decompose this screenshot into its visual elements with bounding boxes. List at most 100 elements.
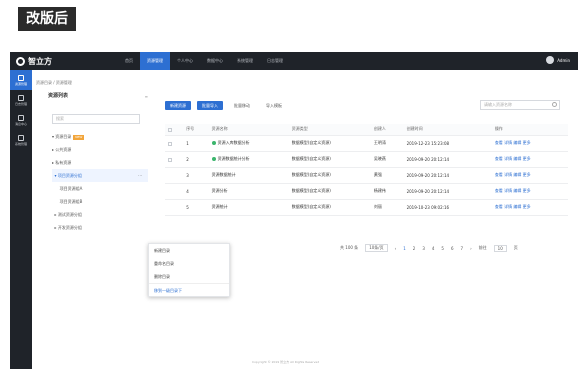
- cell-time: 2019-09-20 20:12:14: [403, 183, 492, 200]
- nav-data[interactable]: 数据中心: [200, 52, 230, 70]
- new-badge: NEW: [73, 135, 85, 140]
- cell-type: 数据模型(自定义资源): [288, 135, 371, 152]
- col-header: 创建人: [370, 124, 404, 136]
- rail-label: 资源管理: [14, 81, 27, 86]
- row-checkbox[interactable]: [168, 141, 172, 146]
- tree-item[interactable]: ▸ 开发资源分组: [52, 221, 148, 234]
- import-button[interactable]: 批量导入: [197, 101, 223, 110]
- page-jump-input[interactable]: 10: [493, 244, 507, 252]
- cell-no: 1: [183, 135, 209, 152]
- rail-item-logs[interactable]: 日志管理: [10, 90, 32, 110]
- tree-item-selected[interactable]: ▾ 项目资源分组 ···: [52, 169, 148, 182]
- cell-no: 3: [183, 167, 209, 184]
- avatar: [546, 56, 555, 64]
- rail-item-messages[interactable]: 消息中心: [10, 110, 32, 130]
- menu-item-rename-folder[interactable]: 重命名目录: [149, 257, 229, 270]
- rail-label: 系统管理: [14, 141, 27, 146]
- left-rail: 资源管理 日志管理 消息中心 系统管理: [10, 70, 32, 369]
- cell-owner: 刘丽: [370, 199, 404, 216]
- folder-icon: [18, 74, 24, 81]
- cell-type: 数据模型(自定义资源): [288, 151, 371, 168]
- nav-resources[interactable]: 资源管理: [140, 52, 170, 70]
- cell-no: 4: [183, 183, 209, 200]
- tree-item[interactable]: ▸ 私有资源: [52, 156, 148, 169]
- col-header: 资源名称: [208, 124, 289, 136]
- table-row[interactable]: 2 资源数据统计分析 数据模型(自定义资源) 吴晓燕 2019-09-20 20…: [165, 151, 568, 168]
- page-size-select[interactable]: 10条/页: [365, 244, 388, 252]
- brand-name: 智立方: [28, 56, 52, 66]
- move-button[interactable]: 批量移动: [229, 101, 255, 110]
- cell-name: 资源统计: [208, 199, 289, 216]
- top-navbar: 智立方 首页 资源管理 个人中心 数据中心 系统管理 日志管理 Admin: [10, 52, 578, 70]
- resource-tree: ▾ 资源目录 NEW ▸ 公共资源 ▸ 私有资源 ▾ 项目资源分组 ··· 项目资源…: [52, 130, 148, 234]
- tree-item[interactable]: ▸ 公共资源: [52, 143, 148, 156]
- cell-type: 数据模型(自定义资源): [288, 199, 371, 216]
- nav-logs[interactable]: 日志管理: [260, 52, 290, 70]
- row-actions[interactable]: 查看 详情 编辑 更多: [491, 151, 568, 168]
- menu-item-move-top[interactable]: 移到一级目录下: [149, 283, 229, 296]
- collapse-icon[interactable]: ≡: [145, 94, 148, 99]
- nav-home[interactable]: 首页: [118, 52, 140, 70]
- cell-name: 资源数据统计分析: [208, 151, 289, 168]
- row-actions[interactable]: 查看 详情 编辑 更多: [491, 167, 568, 184]
- main-content: 新建资源 批量导入 批量移动 导入模板 请输入资源名称 序号 资源名称 资源类型…: [165, 100, 568, 216]
- table-search-input[interactable]: 请输入资源名称: [480, 100, 560, 110]
- pagination: 共 100 条 10条/页 ‹ 1 2 3 4 5 6 7 › 前往 10 页: [340, 243, 568, 253]
- rail-item-resources[interactable]: 资源管理: [10, 70, 32, 90]
- page-number[interactable]: 3: [422, 246, 425, 251]
- table-row[interactable]: 1 资源入库数据分析 数据模型(自定义资源) 王明涛 2019-12-23 15…: [165, 135, 568, 152]
- menu-item-new-folder[interactable]: 新建目录: [149, 244, 229, 257]
- tree-item[interactable]: 项目资源组A: [52, 182, 148, 195]
- table-row[interactable]: 3 资源数据统计 数据模型(自定义资源) 黄强 2019-09-20 20:12…: [165, 167, 568, 184]
- cell-time: 2019-10-23 09:02:16: [403, 199, 492, 216]
- tree-search-input[interactable]: 搜索: [52, 114, 140, 124]
- table-row[interactable]: 4 资源分析 数据模型(自定义资源) 杨建伟 2019-09-20 20:12:…: [165, 183, 568, 200]
- page-number[interactable]: 1: [403, 246, 406, 251]
- resource-tree-panel: 资源列表 ≡ 搜索 ▾ 资源目录 NEW ▸ 公共资源 ▸ 私有资源 ▾ 项目资源…: [48, 92, 148, 272]
- cell-type: 数据模型(自定义资源): [288, 167, 371, 184]
- log-icon: [18, 94, 24, 101]
- user-menu[interactable]: Admin: [546, 56, 570, 64]
- table-row[interactable]: 5 资源统计 数据模型(自定义资源) 刘丽 2019-10-23 09:02:1…: [165, 199, 568, 216]
- tree-item[interactable]: 项目资源组B: [52, 195, 148, 208]
- search-icon[interactable]: [552, 102, 557, 107]
- row-actions[interactable]: 查看 详情 编辑 更多: [491, 135, 568, 152]
- user-name: Admin: [557, 57, 570, 63]
- page-number[interactable]: 4: [432, 246, 435, 251]
- row-checkbox[interactable]: [168, 157, 172, 162]
- cell-type: 数据模型(自定义资源): [288, 183, 371, 200]
- rail-item-system[interactable]: 系统管理: [10, 130, 32, 150]
- main-nav: 首页 资源管理 个人中心 数据中心 系统管理 日志管理: [118, 52, 290, 70]
- message-icon: [18, 114, 24, 121]
- page-number[interactable]: 5: [441, 246, 444, 251]
- page-unit: 页: [513, 245, 518, 250]
- col-header: 操作: [491, 124, 568, 136]
- toolbar: 新建资源 批量导入 批量移动 导入模板 请输入资源名称: [165, 100, 568, 111]
- next-page-icon[interactable]: ›: [470, 246, 472, 251]
- page-number[interactable]: 2: [413, 246, 416, 251]
- row-actions[interactable]: 查看 详情 编辑 更多: [491, 183, 568, 200]
- page-number[interactable]: 7: [461, 246, 464, 251]
- menu-item-delete-folder[interactable]: 删除目录: [149, 270, 229, 283]
- cell-owner: 黄强: [370, 167, 404, 184]
- new-resource-button[interactable]: 新建资源: [165, 101, 191, 110]
- total-count: 共 100 条: [340, 245, 359, 250]
- tree-item[interactable]: ▸ 测试资源分组: [52, 208, 148, 221]
- cell-owner: 杨建伟: [370, 183, 404, 200]
- nav-personal[interactable]: 个人中心: [170, 52, 200, 70]
- prev-page-icon[interactable]: ‹: [395, 246, 397, 251]
- more-icon[interactable]: ···: [138, 169, 142, 182]
- row-actions[interactable]: 查看 详情 编辑 更多: [491, 199, 568, 216]
- brand-logo[interactable]: 智立方: [16, 55, 52, 67]
- col-header: [165, 124, 184, 136]
- brand-logo-icon: [16, 56, 25, 66]
- select-all-checkbox[interactable]: [168, 127, 172, 132]
- breadcrumb: 资源目录 / 资源管理: [36, 80, 72, 85]
- nav-system[interactable]: 系统管理: [230, 52, 260, 70]
- template-button[interactable]: 导入模板: [261, 101, 287, 110]
- tree-item[interactable]: ▾ 资源目录 NEW: [52, 130, 148, 143]
- rail-label: 消息中心: [14, 121, 27, 126]
- table-header-row: 序号 资源名称 资源类型 创建人 创建时间 操作: [165, 124, 568, 136]
- page-number[interactable]: 6: [451, 246, 454, 251]
- cell-name: 资源分析: [208, 183, 289, 200]
